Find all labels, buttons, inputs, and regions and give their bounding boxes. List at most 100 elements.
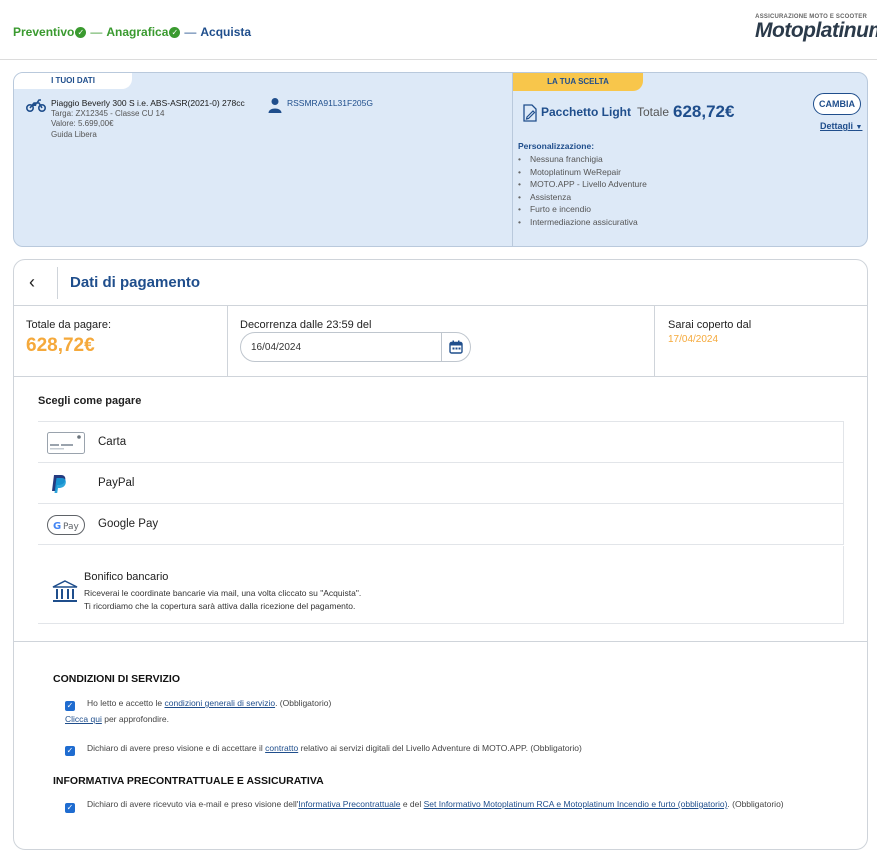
svg-text:Pay: Pay bbox=[63, 522, 80, 532]
precontract-title: INFORMATIVA PRECONTRATTUALE E ASSICURATI… bbox=[53, 775, 324, 787]
total-to-pay-value: 628,72€ bbox=[26, 335, 95, 356]
consent-text: Dichiaro di avere ricevuto via e-mail e … bbox=[87, 799, 299, 809]
general-conditions-link[interactable]: condizioni generali di servizio bbox=[165, 698, 276, 708]
list-item: Assistenza bbox=[518, 191, 647, 204]
info-set-link[interactable]: Set Informativo Motoplatinum RCA e Motop… bbox=[424, 799, 728, 809]
start-date-label: Decorrenza dalle 23:59 del bbox=[240, 319, 372, 331]
step-preventivo[interactable]: Preventivo bbox=[13, 25, 74, 39]
divider bbox=[441, 333, 442, 361]
total-to-pay-label: Totale da pagare: bbox=[26, 319, 112, 331]
package-name: Pacchetto Light bbox=[541, 105, 632, 119]
accept-precontract-checkbox[interactable]: ✓ bbox=[65, 803, 75, 813]
payment-option-label: PayPal bbox=[98, 477, 135, 489]
document-edit-icon bbox=[523, 104, 537, 122]
quote-summary-card: I TUOI DATI Piaggio Beverly 300 S i.e. A… bbox=[13, 72, 868, 247]
divider bbox=[57, 267, 58, 299]
click-here-link[interactable]: Clicca qui bbox=[65, 714, 102, 724]
your-choice-tag: LA TUA SCELTA bbox=[513, 73, 643, 91]
list-item: MOTO.APP - Livello Adventure bbox=[518, 178, 647, 191]
divider bbox=[14, 641, 867, 642]
start-date-cell: Decorrenza dalle 23:59 del 16/04/2024 bbox=[228, 306, 655, 376]
list-item: Intermediazione assicurativa bbox=[518, 216, 647, 229]
payment-info-row: Totale da pagare: 628,72€ Decorrenza dal… bbox=[14, 306, 867, 377]
payment-method-heading: Scegli come pagare bbox=[38, 395, 142, 407]
bank-icon bbox=[52, 580, 78, 602]
step-connector: — bbox=[90, 25, 103, 39]
payment-option-label: Google Pay bbox=[98, 518, 159, 530]
accept-precontract-text: Dichiaro di avere ricevuto via e-mail e … bbox=[87, 799, 784, 809]
consent-text: Dichiaro di avere preso visione e di acc… bbox=[87, 743, 266, 753]
check-icon: ✓ bbox=[169, 26, 181, 38]
progress-steps: Preventivo ✓ — Anagrafica ✓ — Acquista bbox=[13, 25, 251, 39]
precontract-info-link[interactable]: Informativa Precontrattuale bbox=[298, 799, 400, 809]
motorcycle-icon bbox=[26, 99, 46, 112]
bank-transfer-description: Riceverai le coordinate bancarie via mai… bbox=[84, 587, 361, 613]
bank-transfer-line: Riceverai le coordinate bancarie via mai… bbox=[84, 588, 362, 598]
your-data-section: I TUOI DATI Piaggio Beverly 300 S i.e. A… bbox=[14, 73, 512, 246]
details-link[interactable]: Dettagli ▼ bbox=[820, 121, 862, 131]
coverage-cell: Sarai coperto dal 17/04/2024 bbox=[655, 306, 867, 376]
step-connector: — bbox=[184, 25, 197, 39]
step-anagrafica[interactable]: Anagrafica bbox=[106, 25, 168, 39]
your-data-tag: I TUOI DATI bbox=[14, 73, 132, 89]
calendar-icon[interactable] bbox=[449, 340, 463, 354]
list-item: Furto e incendio bbox=[518, 203, 647, 216]
change-button[interactable]: CAMBIA bbox=[813, 93, 861, 115]
start-date-value: 16/04/2024 bbox=[251, 342, 302, 353]
step-acquista: Acquista bbox=[200, 25, 252, 39]
vehicle-value: Valore: 5.699,00€ bbox=[51, 119, 114, 128]
paypal-icon bbox=[52, 475, 66, 493]
top-bar: Preventivo ✓ — Anagrafica ✓ — Acquista A… bbox=[0, 0, 877, 60]
payment-option-google-pay[interactable]: G Pay Google Pay bbox=[38, 504, 844, 545]
person-icon bbox=[268, 98, 282, 113]
google-pay-icon: G Pay bbox=[47, 515, 85, 535]
consent-text: per approfondire. bbox=[101, 714, 169, 724]
logo-wordmark: Motoplatinum bbox=[755, 19, 877, 42]
consent-text: . (Obbligatorio) bbox=[275, 698, 332, 708]
panel-header: ‹ Dati di pagamento bbox=[14, 260, 867, 306]
start-date-field[interactable]: 16/04/2024 bbox=[240, 332, 471, 362]
svg-text:G: G bbox=[53, 521, 61, 532]
accept-contract-checkbox[interactable]: ✓ bbox=[65, 746, 75, 756]
vehicle-plate: Targa: ZX12345 - Classe CU 14 bbox=[51, 108, 165, 118]
caret-down-icon: ▼ bbox=[855, 124, 863, 131]
bank-transfer-line: Ti ricordiamo che la copertura sarà atti… bbox=[84, 601, 356, 611]
service-conditions-title: CONDIZIONI DI SERVIZIO bbox=[53, 673, 180, 685]
your-choice-section: LA TUA SCELTA Pacchetto Light Totale 628… bbox=[512, 73, 867, 246]
learn-more-text: Clicca qui per approfondire. bbox=[65, 714, 169, 724]
back-chevron-icon[interactable]: ‹ bbox=[29, 272, 35, 293]
vehicle-guide: Guida Libera bbox=[51, 129, 97, 139]
check-icon: ✓ bbox=[75, 26, 87, 38]
personalization-list: Nessuna franchigia Motoplatinum WeRepair… bbox=[518, 153, 647, 228]
details-link-label: Dettagli bbox=[820, 121, 854, 131]
coverage-label: Sarai coperto dal bbox=[668, 319, 752, 331]
page-title: Dati di pagamento bbox=[70, 274, 201, 291]
vehicle-info: Piaggio Beverly 300 S i.e. ABS-ASR(2021-… bbox=[51, 98, 245, 140]
personalization-title: Personalizzazione: bbox=[518, 141, 595, 151]
consent-text: relativo ai servizi digitali del Livello… bbox=[298, 743, 582, 753]
vehicle-name: Piaggio Beverly 300 S i.e. ABS-ASR(2021-… bbox=[51, 98, 245, 108]
list-item: Motoplatinum WeRepair bbox=[518, 166, 647, 179]
contract-link[interactable]: contratto bbox=[265, 743, 298, 753]
bank-transfer-title: Bonifico bancario bbox=[84, 571, 169, 583]
accept-terms-text: Ho letto e accetto le condizioni general… bbox=[87, 698, 331, 708]
payment-option-paypal[interactable]: PayPal bbox=[38, 463, 844, 504]
consent-text: e del bbox=[400, 799, 424, 809]
total-to-pay-cell: Totale da pagare: 628,72€ bbox=[14, 306, 228, 376]
fiscal-code: RSSMRA91L31F205G bbox=[287, 98, 373, 108]
accept-contract-text: Dichiaro di avere preso visione e di acc… bbox=[87, 743, 582, 753]
total-value: 628,72€ bbox=[673, 102, 735, 121]
motoplatinum-logo[interactable]: ASSICURAZIONE MOTO E SCOOTER Motoplatinu… bbox=[755, 14, 877, 50]
accept-terms-checkbox[interactable]: ✓ bbox=[65, 701, 75, 711]
list-item: Nessuna franchigia bbox=[518, 153, 647, 166]
payment-option-card[interactable]: Carta bbox=[38, 422, 844, 463]
payment-method-list: Carta PayPal G Pay Google Pay Bonifico b… bbox=[38, 421, 844, 624]
payment-panel: ‹ Dati di pagamento Totale da pagare: 62… bbox=[13, 259, 868, 850]
total-label: Totale bbox=[637, 105, 670, 119]
payment-option-bank-transfer[interactable]: Bonifico bancario Riceverai le coordinat… bbox=[38, 546, 844, 624]
payment-option-label: Carta bbox=[98, 436, 127, 448]
card-icon bbox=[47, 432, 85, 454]
consent-text: Ho letto e accetto le bbox=[87, 698, 165, 708]
consent-text: . (Obbligatorio) bbox=[727, 799, 784, 809]
coverage-date: 17/04/2024 bbox=[668, 334, 719, 345]
